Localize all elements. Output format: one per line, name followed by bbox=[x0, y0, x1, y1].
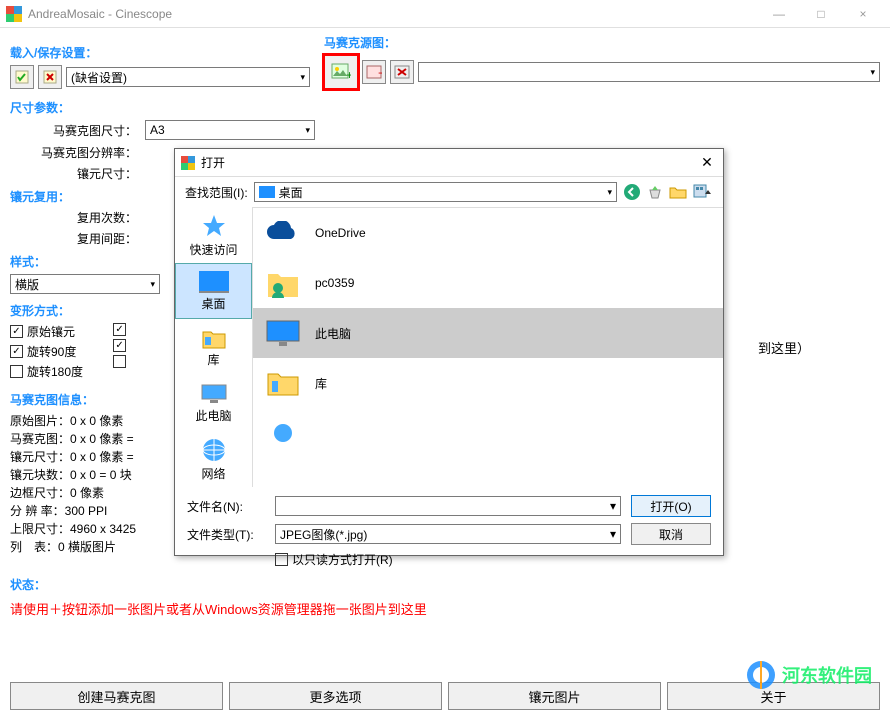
resolution-label: 马赛克图分辨率： bbox=[10, 144, 145, 161]
dialog-sidebar: 快速访问 桌面 库 此电脑 网络 bbox=[175, 207, 253, 487]
back-icon[interactable] bbox=[623, 183, 641, 201]
svg-text:+: + bbox=[346, 68, 351, 81]
source-select[interactable]: ▾ bbox=[418, 62, 880, 82]
watermark: 河东软件园 bbox=[746, 660, 872, 690]
tile-images-button[interactable]: 镶元图片 bbox=[448, 682, 661, 710]
remove-source-button[interactable]: − bbox=[362, 60, 386, 84]
reuse-gap-label: 复用间距： bbox=[10, 230, 145, 247]
add-source-button[interactable]: + bbox=[324, 55, 358, 89]
filetype-select[interactable]: JPEG图像(*.jpg)▾ bbox=[275, 524, 621, 544]
app-icon bbox=[6, 6, 22, 22]
network-icon bbox=[265, 415, 301, 451]
drag-hint: 到这里） bbox=[758, 338, 810, 357]
filetype-label: 文件类型(T): bbox=[187, 526, 265, 543]
chevron-down-icon: ▾ bbox=[607, 187, 612, 198]
sidebar-item-quick[interactable]: 快速访问 bbox=[175, 207, 252, 263]
chevron-down-icon: ▾ bbox=[300, 72, 305, 83]
more-options-button[interactable]: 更多选项 bbox=[229, 682, 442, 710]
list-item[interactable] bbox=[253, 408, 723, 458]
preset-select[interactable]: (缺省设置) ▾ bbox=[66, 67, 310, 87]
readonly-checkbox[interactable] bbox=[275, 553, 288, 566]
cancel-button[interactable]: 取消 bbox=[631, 523, 711, 545]
create-mosaic-button[interactable]: 创建马赛克图 bbox=[10, 682, 223, 710]
cb-extra2[interactable]: ✓ bbox=[113, 339, 126, 352]
reuse-times-label: 复用次数： bbox=[10, 209, 145, 226]
size-section-label: 尺寸参数： bbox=[10, 99, 880, 116]
status-text: 请使用＋按钮添加一张图片或者从Windows资源管理器拖一张图片到这里 bbox=[10, 599, 880, 618]
chevron-down-icon: ▾ bbox=[305, 125, 310, 136]
svg-text:−: − bbox=[378, 66, 382, 79]
maximize-button[interactable]: □ bbox=[800, 0, 842, 28]
user-folder-icon bbox=[265, 265, 301, 301]
source-label: 马赛克源图： bbox=[324, 34, 880, 51]
filename-input[interactable]: ▾ bbox=[275, 496, 621, 516]
load-save-label: 载入/保存设置： bbox=[10, 44, 310, 61]
list-item[interactable]: 库 bbox=[253, 358, 723, 408]
close-button[interactable]: × bbox=[842, 0, 884, 28]
cloud-icon bbox=[265, 215, 301, 251]
list-item[interactable]: OneDrive bbox=[253, 208, 723, 258]
dialog-title: 打开 bbox=[201, 154, 225, 171]
sidebar-item-desktop[interactable]: 桌面 bbox=[175, 263, 252, 319]
cb-original[interactable]: ✓ bbox=[10, 325, 23, 338]
preset-value: (缺省设置) bbox=[71, 69, 127, 86]
app-icon bbox=[181, 156, 195, 170]
clear-source-button[interactable] bbox=[390, 60, 414, 84]
open-dialog: 打开 ✕ 查找范围(I): 桌面 ▾ 快速访问 桌面 库 此电脑 网络 OneD… bbox=[174, 148, 724, 556]
new-folder-icon[interactable] bbox=[669, 185, 687, 199]
sidebar-item-library[interactable]: 库 bbox=[175, 319, 252, 375]
pc-icon bbox=[265, 315, 301, 351]
chevron-down-icon: ▾ bbox=[610, 499, 616, 513]
sidebar-item-pc[interactable]: 此电脑 bbox=[175, 375, 252, 431]
look-in-label: 查找范围(I): bbox=[185, 184, 248, 201]
chevron-down-icon: ▾ bbox=[870, 67, 875, 78]
view-menu-icon[interactable] bbox=[693, 184, 713, 200]
tile-size-label: 镶元尺寸： bbox=[10, 165, 145, 182]
load-button[interactable] bbox=[10, 65, 34, 89]
open-button[interactable]: 打开(O) bbox=[631, 495, 711, 517]
look-in-select[interactable]: 桌面 ▾ bbox=[254, 182, 617, 202]
minimize-button[interactable]: — bbox=[758, 0, 800, 28]
list-item[interactable]: 此电脑 bbox=[253, 308, 723, 358]
file-list[interactable]: OneDrive pc0359 此电脑 库 bbox=[253, 207, 723, 487]
cb-rotate90[interactable]: ✓ bbox=[10, 345, 23, 358]
mosaic-size-select[interactable]: A3 ▾ bbox=[145, 120, 315, 140]
sidebar-item-network[interactable]: 网络 bbox=[175, 431, 252, 487]
up-icon[interactable] bbox=[647, 184, 663, 200]
filename-label: 文件名(N): bbox=[187, 498, 265, 515]
mosaic-size-label: 马赛克图尺寸： bbox=[10, 122, 145, 139]
list-item[interactable]: pc0359 bbox=[253, 258, 723, 308]
chevron-down-icon: ▾ bbox=[150, 279, 155, 290]
cb-rotate180[interactable] bbox=[10, 365, 23, 378]
titlebar: AndreaMosaic - Cinescope — □ × bbox=[0, 0, 890, 28]
cb-extra3[interactable] bbox=[113, 355, 126, 368]
chevron-down-icon: ▾ bbox=[610, 527, 616, 541]
dialog-close-button[interactable]: ✕ bbox=[697, 154, 717, 171]
delete-preset-button[interactable] bbox=[38, 65, 62, 89]
style-select[interactable]: 横版 ▾ bbox=[10, 274, 160, 294]
cb-extra1[interactable]: ✓ bbox=[113, 323, 126, 336]
library-icon bbox=[265, 365, 301, 401]
window-title: AndreaMosaic - Cinescope bbox=[28, 7, 172, 21]
